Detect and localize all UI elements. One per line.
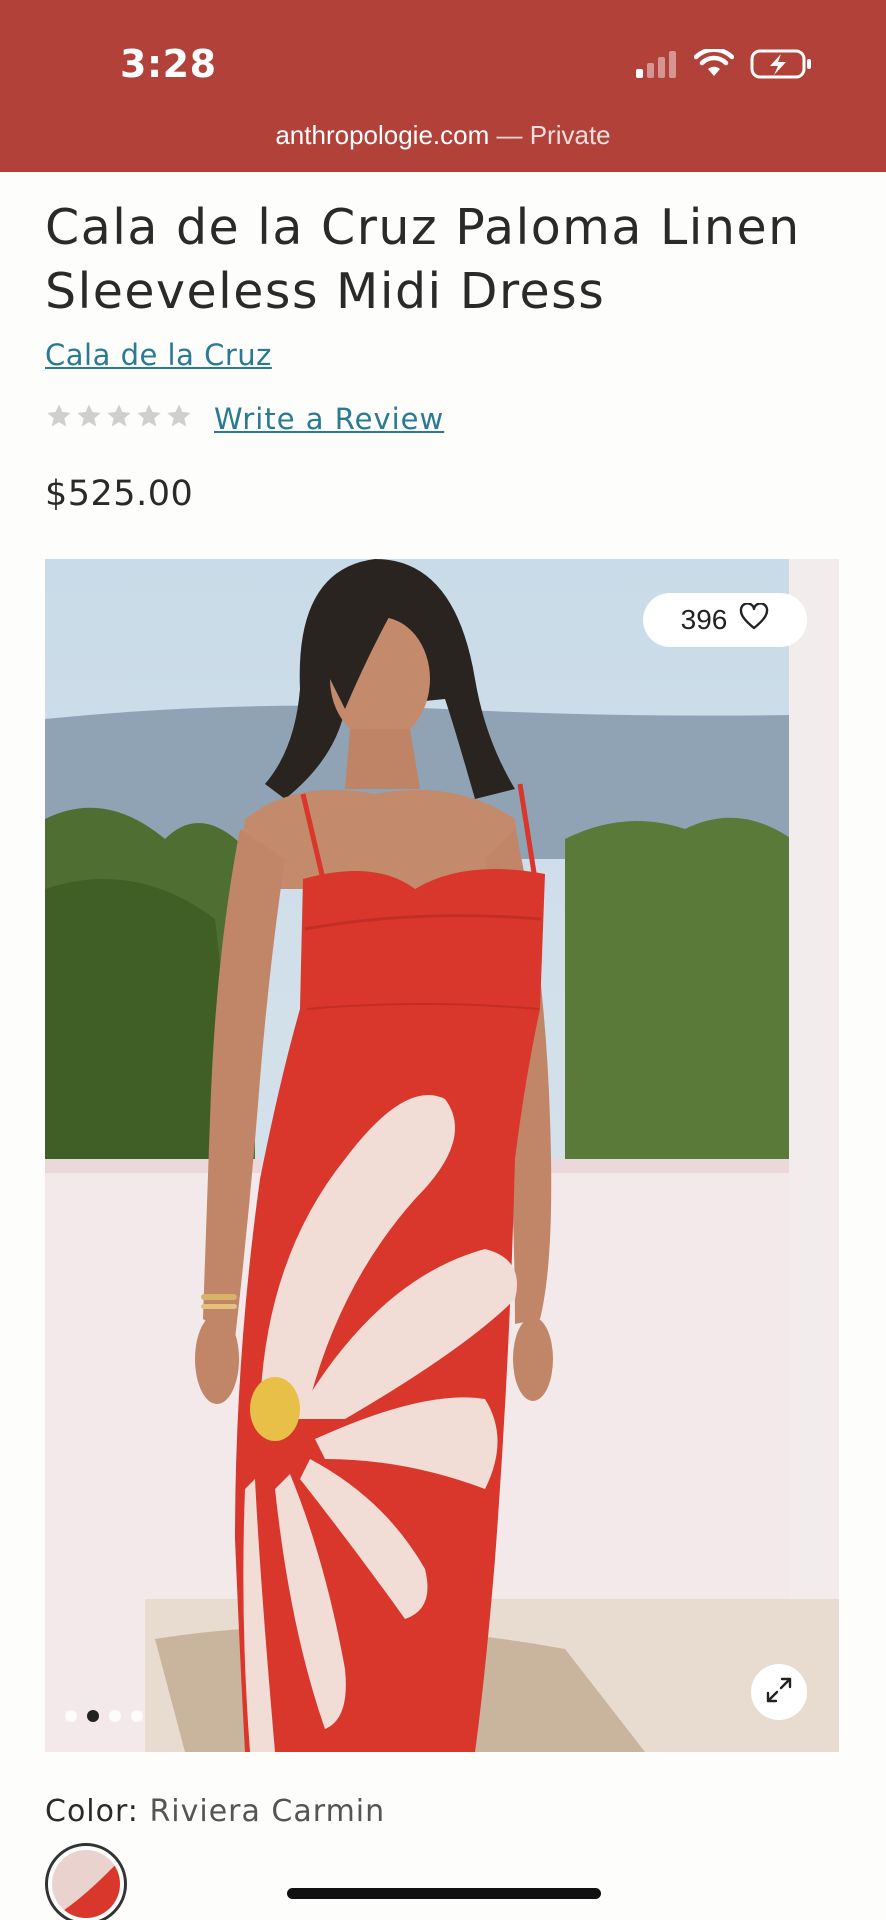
product-price: $525.00 [45, 474, 194, 514]
star-icon [45, 402, 73, 434]
slide-dot[interactable] [109, 1710, 121, 1722]
slide-dot[interactable] [65, 1710, 77, 1722]
color-swatch-riviera-carmin[interactable] [45, 1843, 127, 1920]
expand-icon [764, 1675, 794, 1709]
favorite-button[interactable]: 396 [643, 593, 807, 647]
color-label: Color: [45, 1794, 139, 1829]
star-icon [105, 402, 133, 434]
likes-count: 396 [680, 604, 728, 635]
star-icon [75, 402, 103, 434]
color-value: Riviera Carmin [149, 1794, 386, 1829]
address-bar[interactable]: anthropologie.com — Private [0, 120, 886, 151]
battery-charging-icon [750, 48, 812, 84]
rating-stars[interactable] [45, 402, 193, 434]
browser-top-bar: 3:28 anthropologie.com — Private [0, 0, 886, 172]
address-private-suffix: — Private [489, 120, 611, 150]
home-indicator[interactable] [287, 1888, 601, 1899]
slide-dot-active[interactable] [87, 1710, 99, 1722]
heart-icon [739, 601, 769, 638]
slide-indicator [65, 1710, 143, 1722]
brand-link[interactable]: Cala de la Cruz [45, 338, 272, 372]
status-icons [634, 47, 812, 84]
star-icon [135, 402, 163, 434]
status-time: 3:28 [120, 42, 217, 86]
product-photo [45, 559, 839, 1752]
write-review-link[interactable]: Write a Review [214, 402, 444, 436]
expand-image-button[interactable] [751, 1664, 807, 1720]
star-icon [165, 402, 193, 434]
product-image-gallery[interactable]: 396 [45, 559, 839, 1752]
slide-dot[interactable] [131, 1710, 143, 1722]
address-host: anthropologie.com [275, 120, 490, 150]
product-title: Cala de la Cruz Paloma Linen Sleeveless … [45, 199, 801, 320]
wifi-icon [693, 47, 735, 83]
cellular-signal-icon [634, 49, 678, 83]
color-selection-label: Color: Riviera Carmin [45, 1794, 385, 1829]
swatch-pattern [52, 1850, 120, 1918]
